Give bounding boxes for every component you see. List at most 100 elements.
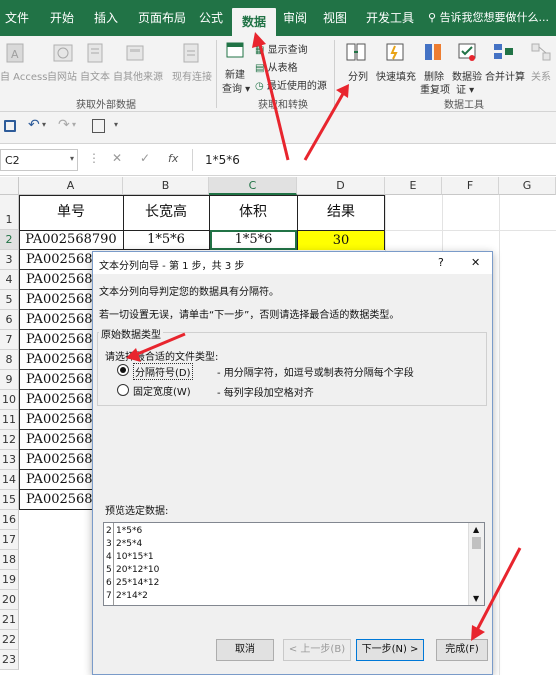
header-cell-dimensions[interactable]: 长宽高 xyxy=(123,195,209,230)
cell-a[interactable]: PA002568 xyxy=(20,270,92,290)
formula-input[interactable]: 1*5*6 xyxy=(192,149,554,171)
row-header[interactable]: 18 xyxy=(0,550,19,570)
relationships-button[interactable]: 关系 xyxy=(531,68,551,83)
delimited-label[interactable]: 分隔符号(D) xyxy=(133,363,193,380)
row-header[interactable]: 6 xyxy=(0,310,19,330)
redo-icon[interactable]: ↷ xyxy=(58,117,70,133)
column-header-e[interactable]: E xyxy=(385,177,442,195)
column-header-c[interactable]: C xyxy=(209,177,297,195)
tab-formulas[interactable]: 公式 xyxy=(196,0,226,36)
row-header[interactable]: 3 xyxy=(0,250,19,270)
insert-function-icon[interactable]: fx xyxy=(168,152,178,165)
scroll-down-icon[interactable]: ▼ xyxy=(473,594,479,603)
undo-dropdown-icon[interactable]: ▾ xyxy=(42,120,46,129)
cell-b2[interactable]: 1*5*6 xyxy=(123,230,209,250)
cancel-icon[interactable]: ✕ xyxy=(112,151,122,165)
scroll-up-icon[interactable]: ▲ xyxy=(473,525,479,534)
preview-scrollbar[interactable]: ▲ ▼ xyxy=(468,523,484,605)
row-header[interactable]: 5 xyxy=(0,290,19,310)
recent-sources-button[interactable]: ◷ 最近使用的源 xyxy=(255,77,327,92)
row-header[interactable]: 2 xyxy=(0,230,19,250)
row-header[interactable]: 1 xyxy=(0,195,19,230)
customize-qa-icon[interactable]: ▾ xyxy=(114,120,118,129)
column-header-d[interactable]: D xyxy=(297,177,385,195)
row-header[interactable]: 9 xyxy=(0,370,19,390)
cell-c2-selected[interactable]: 1*5*6 xyxy=(210,230,297,250)
close-button[interactable]: ✕ xyxy=(471,256,480,269)
cell-a[interactable]: PA002568 xyxy=(20,330,92,350)
cancel-button[interactable]: 取消 xyxy=(216,639,274,661)
next-button[interactable]: 下一步(N) > xyxy=(356,639,424,661)
row-header[interactable]: 10 xyxy=(0,390,19,410)
row-header[interactable]: 13 xyxy=(0,450,19,470)
cell-a[interactable]: PA002568 xyxy=(20,350,92,370)
row-header[interactable]: 22 xyxy=(0,630,19,650)
tab-review[interactable]: 审阅 xyxy=(280,0,310,36)
cell-a[interactable]: PA002568 xyxy=(20,410,92,430)
from-web-button[interactable]: 自网站 xyxy=(47,68,77,83)
delimited-radio[interactable] xyxy=(117,364,129,376)
header-cell-order-no[interactable]: 单号 xyxy=(19,195,123,230)
row-header[interactable]: 7 xyxy=(0,330,19,350)
row-header[interactable]: 16 xyxy=(0,510,19,530)
existing-connections-button[interactable]: 现有连接 xyxy=(172,68,212,83)
row-header[interactable]: 23 xyxy=(0,650,19,670)
cell-a[interactable]: PA002568 xyxy=(20,470,92,490)
row-header[interactable]: 4 xyxy=(0,270,19,290)
row-header[interactable]: 12 xyxy=(0,430,19,450)
print-preview-icon[interactable] xyxy=(92,119,105,133)
row-header[interactable]: 15 xyxy=(0,490,19,510)
new-query-button[interactable]: 新建 xyxy=(225,66,245,81)
redo-dropdown-icon[interactable]: ▾ xyxy=(72,120,76,129)
tab-home[interactable]: 开始 xyxy=(44,0,80,36)
cell-a[interactable]: PA002568 xyxy=(20,390,92,410)
cell-a[interactable]: PA002568 xyxy=(20,450,92,470)
cell-a2[interactable]: PA002568790 xyxy=(19,230,123,250)
finish-button[interactable]: 完成(F) xyxy=(436,639,488,661)
from-other-sources-button[interactable]: 自其他来源 xyxy=(113,68,163,83)
cell-a[interactable]: PA002568 xyxy=(20,430,92,450)
from-table-button[interactable]: ▤ 从表格 xyxy=(255,59,298,74)
chevron-down-icon[interactable]: ▾ xyxy=(70,154,74,163)
row-header[interactable]: 21 xyxy=(0,610,19,630)
new-query-dropdown[interactable]: 查询 ▾ xyxy=(222,80,250,95)
save-icon[interactable] xyxy=(4,120,16,132)
cell-a[interactable]: PA002568 xyxy=(20,250,92,270)
tab-view[interactable]: 视图 xyxy=(320,0,350,36)
undo-icon[interactable]: ↶ xyxy=(28,117,40,133)
name-box[interactable]: C2 ▾ xyxy=(0,149,78,171)
fixed-width-label[interactable]: 固定宽度(W) xyxy=(133,383,191,398)
row-header[interactable]: 20 xyxy=(0,590,19,610)
from-access-button[interactable]: 自 Access xyxy=(0,68,47,83)
help-button[interactable]: ? xyxy=(438,256,444,269)
show-query-button[interactable]: ▦ 显示查询 xyxy=(255,41,308,56)
preview-box[interactable]: 2 1*5*6 3 2*5*4 4 10*15*1 5 20*12*10 6 2… xyxy=(103,522,485,606)
cell-a[interactable]: PA002568 xyxy=(20,310,92,330)
row-header[interactable]: 17 xyxy=(0,530,19,550)
column-header-g[interactable]: G xyxy=(499,177,556,195)
flash-fill-button[interactable]: 快速填充 xyxy=(376,68,416,83)
enter-icon[interactable]: ✓ xyxy=(140,151,150,165)
from-text-button[interactable]: 自文本 xyxy=(80,68,110,83)
cell-a[interactable]: PA002568 xyxy=(20,490,92,510)
back-button[interactable]: < 上一步(B) xyxy=(283,639,351,661)
tab-page-layout[interactable]: 页面布局 xyxy=(132,0,192,36)
scroll-thumb[interactable] xyxy=(472,537,481,549)
tab-developer[interactable]: 开发工具 xyxy=(362,0,418,36)
cell-d2[interactable]: 30 xyxy=(298,231,384,250)
header-cell-result[interactable]: 结果 xyxy=(297,195,385,230)
tell-me-box[interactable]: ⚲ 告诉我您想要做什么... xyxy=(428,0,549,36)
column-header-f[interactable]: F xyxy=(442,177,499,195)
dialog-titlebar[interactable]: 文本分列向导 - 第 1 步，共 3 步 ? ✕ xyxy=(93,252,492,274)
row-header[interactable]: 8 xyxy=(0,350,19,370)
column-header-a[interactable]: A xyxy=(19,177,123,195)
text-to-columns-button[interactable]: 分列 xyxy=(348,68,368,83)
row-header[interactable]: 11 xyxy=(0,410,19,430)
header-cell-volume[interactable]: 体积 xyxy=(209,195,297,230)
consolidate-button[interactable]: 合并计算 xyxy=(485,68,525,83)
fixed-width-radio[interactable] xyxy=(117,384,129,396)
select-all-corner[interactable] xyxy=(0,177,19,195)
row-header[interactable]: 14 xyxy=(0,470,19,490)
column-header-b[interactable]: B xyxy=(123,177,209,195)
cell-a[interactable]: PA002568 xyxy=(20,290,92,310)
